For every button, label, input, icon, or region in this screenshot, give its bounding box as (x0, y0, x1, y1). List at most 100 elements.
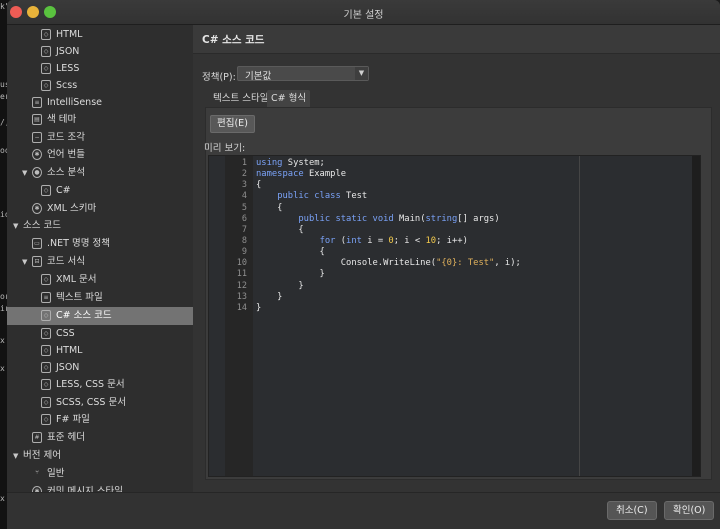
code-token: } (256, 269, 325, 280)
sidebar-item-scss[interactable]: ◇ Scss (7, 77, 193, 95)
sidebar-item-css[interactable]: ◇ CSS (7, 325, 193, 343)
code-line: } (256, 292, 521, 303)
line-number: 6 (241, 213, 247, 224)
chevron-down-icon[interactable]: ▼ (13, 217, 18, 235)
document-code-icon: ◇ (41, 414, 51, 425)
line-number: 14 (236, 302, 247, 313)
code-line: using System; (256, 158, 521, 169)
chevron-down-icon[interactable]: ▼ (355, 67, 368, 80)
sidebar-item-json-format[interactable]: ◇ JSON (7, 359, 193, 377)
chevron-down-icon[interactable]: ▼ (22, 253, 27, 271)
code-token: using (256, 158, 283, 168)
code-token: public class (277, 191, 341, 202)
chevron-down-icon[interactable]: ▼ (22, 164, 27, 182)
sidebar-item-csharp-analysis[interactable]: ◇ C# (7, 182, 193, 200)
sidebar-item-xml-schema[interactable]: ✱ XML 스키마 (7, 200, 193, 218)
sidebar-item-standard-header[interactable]: # 표준 헤더 (7, 429, 193, 447)
line-number: 12 (236, 280, 247, 291)
sidebar-item-less-css[interactable]: ◇ LESS, CSS 문서 (7, 376, 193, 394)
sidebar-item-intellisense[interactable]: ≡ IntelliSense (7, 94, 193, 112)
text-file-icon: ≡ (41, 292, 51, 303)
document-code-icon: ◇ (41, 46, 51, 57)
window-title: 기본 설정 (343, 10, 384, 21)
dialog-footer: 취소(C) 확인(O) (7, 492, 720, 529)
code-line: { (256, 180, 521, 191)
code-line: public static void Main(string[] args) (256, 214, 521, 225)
sidebar-item-general[interactable]: ⑂ 일반 (7, 465, 193, 483)
gear-icon: ✱ (32, 203, 42, 214)
sidebar-item-scss-css[interactable]: ◇ SCSS, CSS 문서 (7, 394, 193, 412)
policy-select[interactable]: 기본값 ▼ (237, 66, 369, 82)
document-code-icon: ◇ (41, 80, 51, 91)
branch-icon: ⑂ (35, 469, 39, 476)
code-token: Console.WriteLine( (256, 258, 437, 269)
document-code-icon: ◇ (41, 397, 51, 408)
code-token: string (425, 213, 458, 224)
code-token: } (256, 291, 283, 302)
code-token: public static void (298, 213, 394, 224)
sidebar: ◇ HTML ◇ JSON ◇ LESS ◇ Scss ≡ IntelliSense ▤ 색… (7, 25, 194, 492)
line-number: 9 (241, 247, 247, 258)
tab-text-style[interactable]: 텍스트 스타일 (209, 90, 272, 107)
sidebar-item-commit-message-style[interactable]: ✱ 커밋 메시지 스타일 (7, 483, 193, 492)
title-bar: 기본 설정 (7, 0, 720, 25)
line-number: 10 (236, 258, 247, 269)
sidebar-item-version-control[interactable]: ▼ 버전 제어 (7, 447, 193, 465)
document-code-icon: ◇ (41, 379, 51, 390)
sidebar-item-dotnet-naming[interactable]: ▭ .NET 명명 정책 (7, 235, 193, 253)
naming-icon: ▭ (32, 238, 42, 249)
document-code-icon: ◇ (41, 328, 51, 339)
edit-button[interactable]: 편집(E) (210, 115, 255, 133)
page-title: C# 소스 코드 (202, 34, 265, 46)
ok-button[interactable]: 확인(O) (664, 501, 715, 520)
sidebar-item-json[interactable]: ◇ JSON (7, 43, 193, 61)
sidebar-item-csharp-source-code[interactable]: ◇ C# 소스 코드 (7, 307, 193, 325)
sidebar-item-less[interactable]: ◇ LESS (7, 60, 193, 78)
format-panel: 편집(E) 미리 보기: 1 2 3 4 5 6 7 8 9 10 11 12 13 14 using S… (204, 107, 712, 480)
document-code-icon: ◇ (41, 345, 51, 356)
sidebar-item-snippets[interactable]: − 코드 조각 (7, 129, 193, 147)
vertical-scrollbar[interactable] (692, 156, 700, 476)
page-header: C# 소스 코드 (193, 25, 720, 54)
code-line: Console.WriteLine("{0}: Test", i); (256, 258, 521, 269)
code-token: Test (340, 191, 368, 202)
code-line: } (256, 269, 521, 280)
terminal-fragment: x (0, 364, 5, 373)
code-token: System; (282, 158, 325, 168)
code-token: Main( (393, 213, 426, 224)
color-theme-icon: ▤ (32, 114, 42, 125)
sidebar-item-fsharp-file[interactable]: ◇ F# 파일 (7, 411, 193, 429)
line-number: 4 (241, 191, 247, 202)
sidebar-item-html-format[interactable]: ◇ HTML (7, 342, 193, 360)
preferences-window: 기본 설정 ◇ HTML ◇ JSON ◇ LESS ◇ Scss ≡ IntelliSe… (7, 0, 720, 529)
code-token: } (256, 280, 304, 291)
sidebar-item-source-analysis[interactable]: ▼ ● 소스 분석 (7, 164, 193, 182)
code-line: public class Test (256, 191, 521, 202)
line-number: 1 (241, 158, 247, 168)
tab-csharp-format[interactable]: C# 형식 (267, 90, 311, 107)
chevron-down-icon[interactable]: ▼ (13, 447, 18, 465)
sidebar-item-xml-document[interactable]: ◇ XML 문서 (7, 271, 193, 289)
code-token: } (256, 302, 262, 313)
code-line: namespace Example (256, 169, 521, 180)
cancel-button[interactable]: 취소(C) (607, 501, 657, 520)
line-number: 13 (236, 291, 247, 302)
code-format-icon: ⊟ (32, 256, 42, 267)
line-number: 7 (241, 224, 247, 235)
sidebar-item-color-theme[interactable]: ▤ 색 테마 (7, 111, 193, 129)
line-numbers: 1 2 3 4 5 6 7 8 9 10 11 12 13 14 (209, 158, 253, 314)
intellisense-icon: ≡ (32, 97, 42, 108)
code-token: "{0}: Test" (436, 258, 495, 269)
line-number: 11 (236, 269, 247, 280)
sidebar-item-code-formatting[interactable]: ▼ ⊟ 코드 서식 (7, 253, 193, 271)
code-token: ; i++) (436, 235, 468, 246)
sidebar-item-text-file[interactable]: ≡ 텍스트 파일 (7, 289, 193, 307)
snippet-icon: − (32, 132, 42, 143)
sidebar-item-language-bundles[interactable]: ✱ 언어 번들 (7, 146, 193, 164)
sidebar-item-source-code[interactable]: ▼ 소스 코드 (7, 217, 193, 235)
code-token: { (256, 202, 283, 213)
sidebar-item-html[interactable]: ◇ HTML (7, 26, 193, 44)
code-preview: 1 2 3 4 5 6 7 8 9 10 11 12 13 14 using System; namespa… (208, 155, 701, 477)
